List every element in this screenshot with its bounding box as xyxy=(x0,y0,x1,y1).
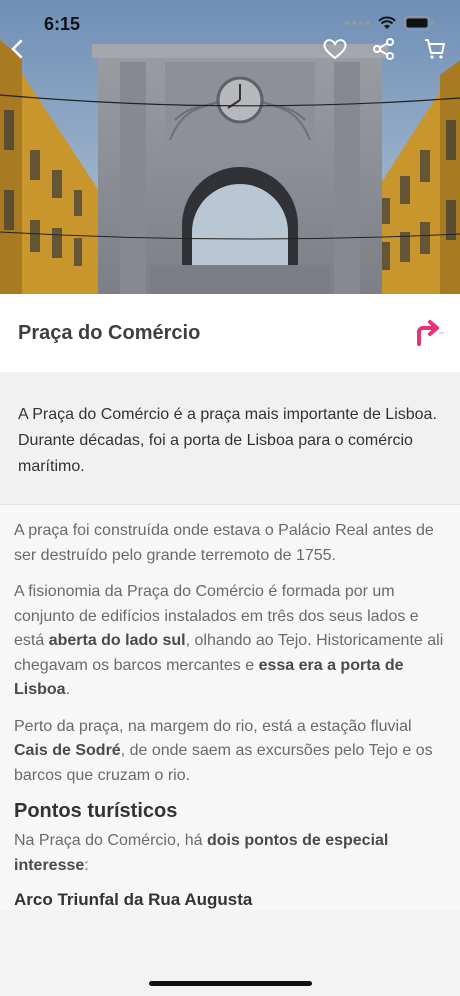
paragraph: Perto da praça, na margem do rio, está a… xyxy=(14,715,444,789)
place-title: Praça do Comércio xyxy=(18,322,201,344)
intro-paragraph: A Praça do Comércio é a praça mais impor… xyxy=(0,372,460,505)
subsection-heading: Arco Triunfal da Rua Augusta xyxy=(14,890,253,909)
emphasis: Cais de Sodré xyxy=(14,742,121,759)
signal-icon xyxy=(345,21,370,25)
back-chevron-icon[interactable] xyxy=(10,38,24,60)
section-heading: Pontos turísticos xyxy=(14,800,178,822)
paragraph: A praça foi construída onde estava o Pal… xyxy=(14,522,434,564)
paragraph: A fisionomia da Praça do Comércio é form… xyxy=(14,580,444,703)
home-indicator xyxy=(149,981,312,986)
description: A praça foi construída onde estava o Pal… xyxy=(0,505,460,910)
text: . xyxy=(65,681,71,698)
status-time: 6:15 xyxy=(44,14,81,34)
title-bar: Praça do Comércio xyxy=(0,294,460,372)
cart-icon[interactable] xyxy=(424,38,446,60)
route-arrow-icon[interactable] xyxy=(414,320,444,346)
wifi-icon xyxy=(378,16,396,29)
status-icons xyxy=(345,16,434,30)
heart-icon[interactable] xyxy=(322,38,348,60)
text: Na Praça do Comércio, há xyxy=(14,832,207,849)
text: : xyxy=(84,856,89,874)
share-icon[interactable] xyxy=(372,38,396,60)
paragraph: Na Praça do Comércio, há dois pontos de … xyxy=(14,829,444,878)
text: Perto da praça, na margem do rio, está a… xyxy=(14,717,412,735)
battery-icon xyxy=(404,16,433,30)
content: A Praça do Comércio é a praça mais impor… xyxy=(0,372,460,910)
emphasis: aberta do lado sul xyxy=(48,632,186,649)
